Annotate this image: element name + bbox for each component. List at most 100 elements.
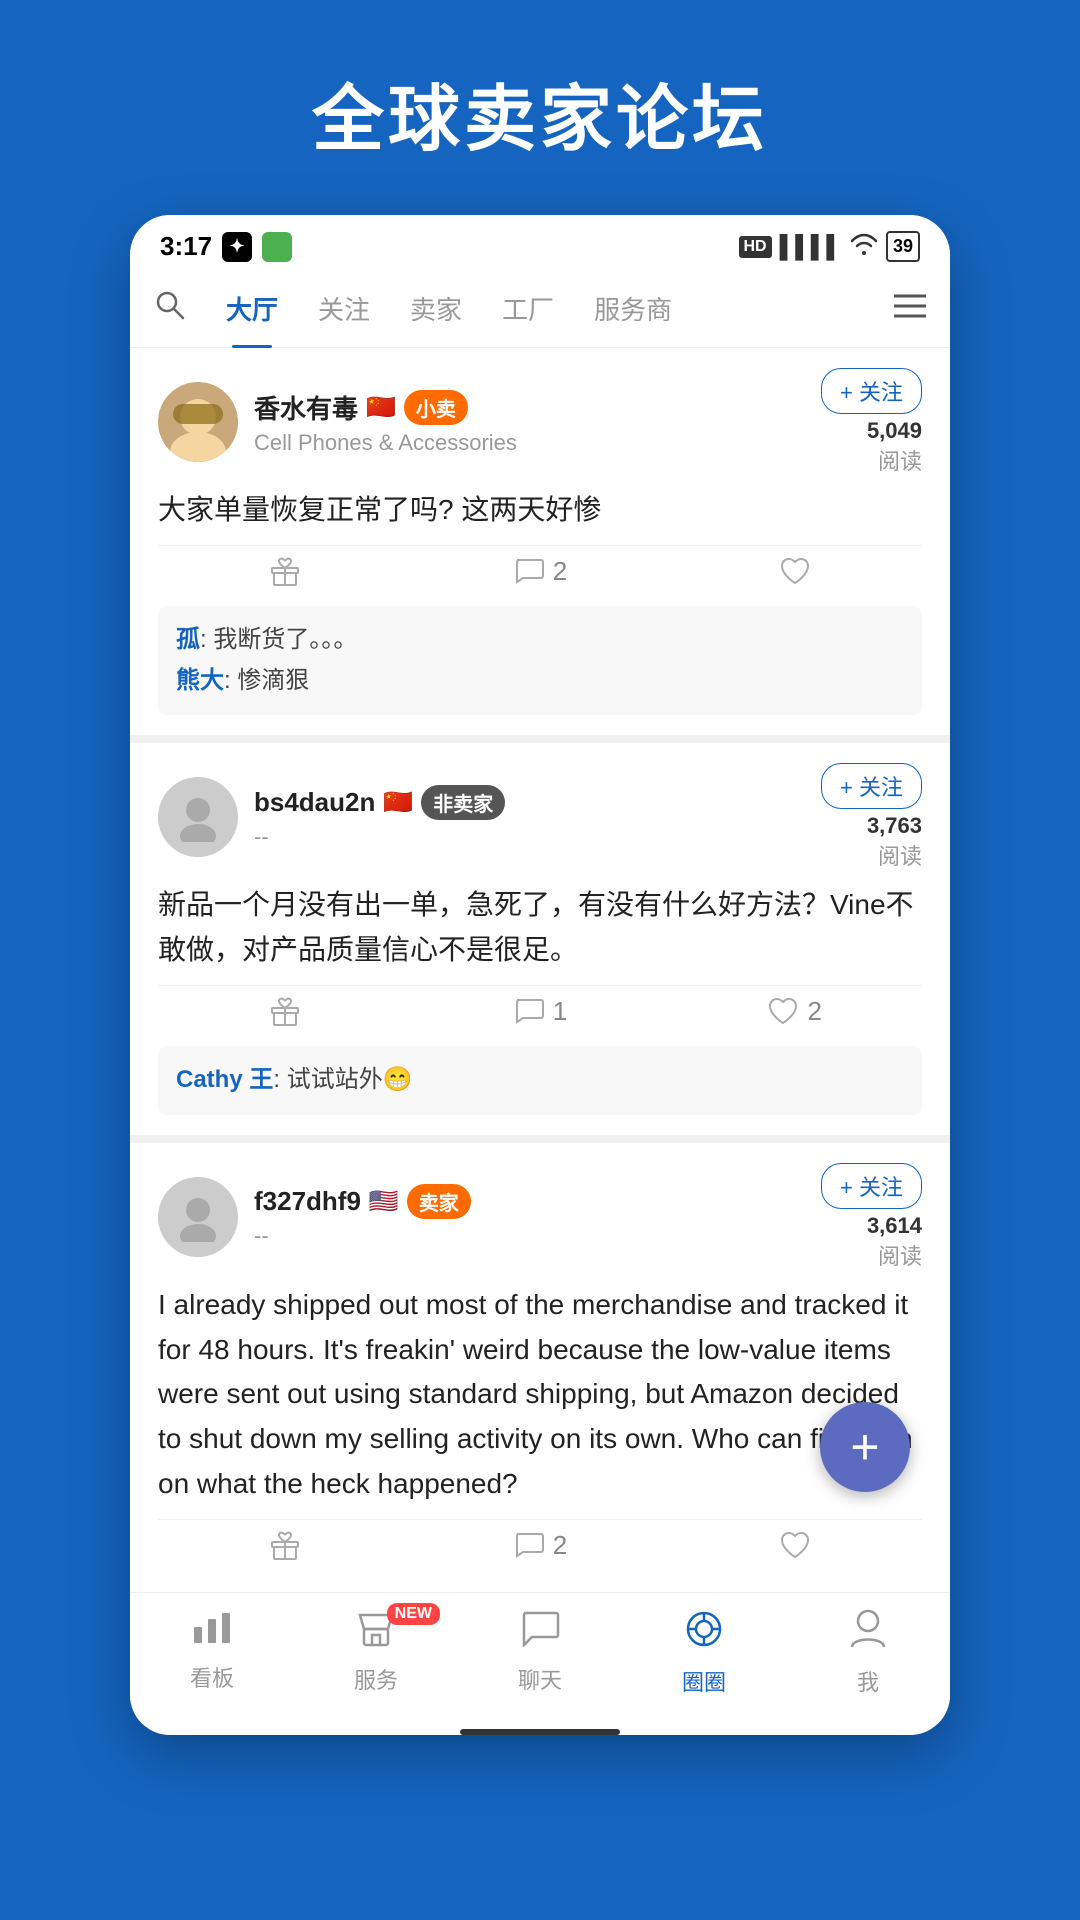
signal-icon: ▌▌▌▌ (780, 234, 842, 260)
read-count: 3,763 阅读 (867, 813, 922, 871)
comment-line: 熊大: 惨滴狠 (176, 661, 904, 702)
bottom-nav-label: 聊天 (518, 1663, 562, 1695)
circle-icon (684, 1609, 724, 1659)
comment-line: Cathy 王: 试试站外😁 (176, 1060, 904, 1101)
tab-factory[interactable]: 工厂 (482, 280, 574, 337)
like-button[interactable] (667, 1530, 922, 1562)
gift-button[interactable] (158, 996, 413, 1028)
user-info: f327dhf9 🇺🇸 卖家 -- (254, 1184, 821, 1249)
bottom-nav-me[interactable]: 我 (786, 1609, 950, 1697)
bottom-nav: 看板 NEW 服务 聊天 (130, 1592, 950, 1721)
hd-badge: HD (739, 236, 772, 258)
flag-icon: 🇨🇳 (366, 393, 396, 422)
tab-follow[interactable]: 关注 (298, 280, 390, 337)
user-badge: 小卖 (404, 390, 468, 425)
comment-line: 孤: 我断货了。。。 (176, 620, 904, 661)
comment-button[interactable]: 2 (413, 1530, 668, 1562)
bottom-nav-circle[interactable]: 圈圈 (622, 1609, 786, 1697)
user-subtitle: -- (254, 824, 821, 850)
wifi-icon (850, 233, 878, 261)
tab-service[interactable]: 服务商 (574, 280, 692, 337)
comment-count: 2 (553, 1530, 567, 1561)
post-item: f327dhf9 🇺🇸 卖家 -- + 关注 3,614 阅读 I alread… (130, 1143, 950, 1592)
comment-button[interactable]: 1 (413, 996, 668, 1028)
avatar (158, 777, 238, 857)
post-footer: 2 (158, 1519, 922, 1572)
gift-button[interactable] (158, 556, 413, 588)
post-item: bs4dau2n 🇨🇳 非卖家 -- + 关注 3,763 阅读 新品一个月没有… (130, 743, 950, 1142)
like-button[interactable] (667, 556, 922, 588)
comment-preview: 孤: 我断货了。。。 熊大: 惨滴狠 (158, 606, 922, 716)
post-header: 香水有毒 🇨🇳 小卖 Cell Phones & Accessories + 关… (158, 368, 922, 476)
read-count: 3,614 阅读 (867, 1213, 922, 1271)
bar-chart-icon (192, 1609, 232, 1655)
flag-icon: 🇨🇳 (383, 788, 413, 817)
status-bar: 3:17 ✦ HD ▌▌▌▌ 39 (130, 215, 950, 270)
bottom-nav-label: 看板 (190, 1661, 234, 1693)
avatar (158, 1177, 238, 1257)
tab-datang[interactable]: 大厅 (206, 280, 298, 337)
user-subtitle: Cell Phones & Accessories (254, 430, 821, 456)
post-content: 大家单量恢复正常了吗? 这两天好惨 (158, 488, 922, 533)
commenter-name: 熊大 (176, 667, 224, 694)
like-button[interactable]: 2 (667, 996, 922, 1028)
post-content: 新品一个月没有出一单，急死了，有没有什么好方法？Vine不敢做，对产品质量信心不… (158, 883, 922, 973)
user-badge: 非卖家 (421, 785, 505, 820)
fab-button[interactable]: + (820, 1402, 910, 1492)
like-count: 2 (807, 996, 821, 1027)
user-subtitle: -- (254, 1223, 821, 1249)
user-badge: 卖家 (407, 1184, 471, 1219)
user-info: bs4dau2n 🇨🇳 非卖家 -- (254, 785, 821, 850)
phone-frame: 3:17 ✦ HD ▌▌▌▌ 39 (130, 215, 950, 1735)
status-right: HD ▌▌▌▌ 39 (739, 231, 921, 262)
post-meta: + 关注 3,614 阅读 (821, 1163, 922, 1271)
post-meta: + 关注 5,049 阅读 (821, 368, 922, 476)
page-title: 全球卖家论坛 (0, 0, 1080, 215)
green-icon (262, 232, 292, 262)
follow-button[interactable]: + 关注 (821, 763, 922, 809)
tiktok-icon: ✦ (222, 232, 252, 262)
commenter-name: 孤 (176, 626, 200, 653)
post-meta: + 关注 3,763 阅读 (821, 763, 922, 871)
user-info: 香水有毒 🇨🇳 小卖 Cell Phones & Accessories (254, 389, 821, 456)
username: 香水有毒 (254, 389, 358, 426)
home-indicator (460, 1729, 620, 1735)
status-time: 3:17 (160, 231, 212, 262)
new-badge: NEW (387, 1603, 440, 1625)
nav-tabs: 大厅 关注 卖家 工厂 服务商 (130, 270, 950, 348)
person-icon (850, 1609, 886, 1659)
chat-icon (520, 1609, 560, 1657)
flag-icon: 🇺🇸 (369, 1187, 399, 1216)
post-footer: 1 2 (158, 985, 922, 1038)
gift-button[interactable] (158, 1530, 413, 1562)
bottom-nav-dashboard[interactable]: 看板 (130, 1609, 294, 1697)
comment-count: 2 (553, 556, 567, 587)
comment-preview: Cathy 王: 试试站外😁 (158, 1046, 922, 1115)
read-count: 5,049 阅读 (867, 418, 922, 476)
follow-button[interactable]: + 关注 (821, 1163, 922, 1209)
bottom-nav-service[interactable]: NEW 服务 (294, 1609, 458, 1697)
user-name-row: bs4dau2n 🇨🇳 非卖家 (254, 785, 821, 820)
tab-seller[interactable]: 卖家 (390, 280, 482, 337)
user-name-row: f327dhf9 🇺🇸 卖家 (254, 1184, 821, 1219)
commenter-name: Cathy 王 (176, 1066, 273, 1093)
follow-button[interactable]: + 关注 (821, 368, 922, 414)
posts-list: 香水有毒 🇨🇳 小卖 Cell Phones & Accessories + 关… (130, 348, 950, 1592)
menu-icon[interactable] (894, 290, 926, 327)
comment-count: 1 (553, 996, 567, 1027)
bottom-nav-label: 我 (857, 1665, 879, 1697)
username: bs4dau2n (254, 787, 375, 818)
search-icon[interactable] (154, 288, 186, 330)
battery-indicator: 39 (886, 231, 920, 262)
user-name-row: 香水有毒 🇨🇳 小卖 (254, 389, 821, 426)
comment-button[interactable]: 2 (413, 556, 668, 588)
avatar (158, 382, 238, 462)
status-left: 3:17 ✦ (160, 231, 292, 262)
bottom-nav-label: 服务 (354, 1663, 398, 1695)
post-item: 香水有毒 🇨🇳 小卖 Cell Phones & Accessories + 关… (130, 348, 950, 743)
post-header: f327dhf9 🇺🇸 卖家 -- + 关注 3,614 阅读 (158, 1163, 922, 1271)
username: f327dhf9 (254, 1186, 361, 1217)
post-header: bs4dau2n 🇨🇳 非卖家 -- + 关注 3,763 阅读 (158, 763, 922, 871)
post-footer: 2 (158, 545, 922, 598)
bottom-nav-chat[interactable]: 聊天 (458, 1609, 622, 1697)
